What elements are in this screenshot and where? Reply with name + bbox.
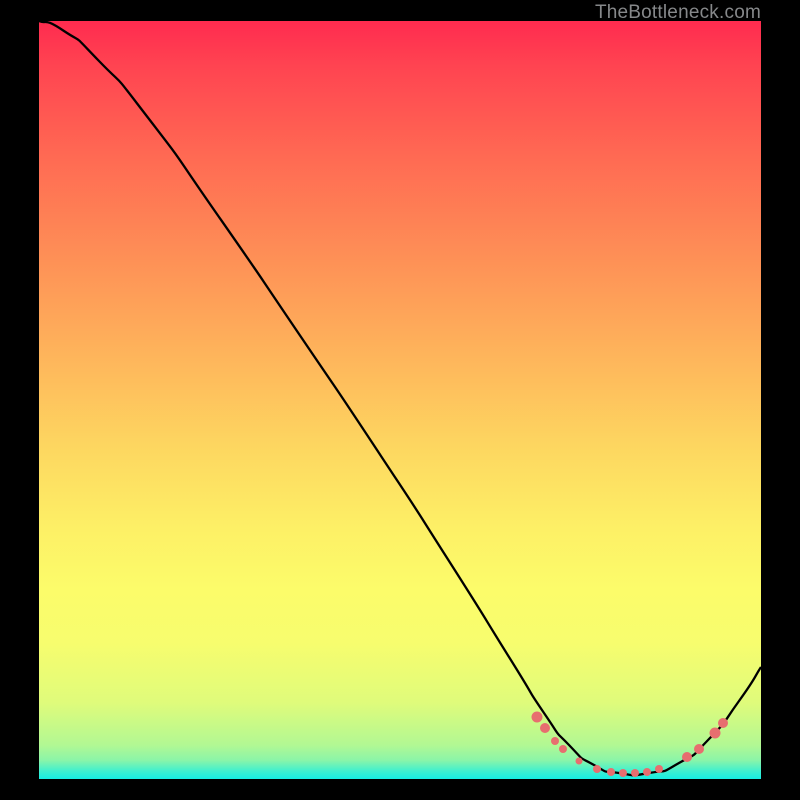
marker-dot <box>532 712 543 723</box>
bottleneck-chart <box>39 21 761 779</box>
marker-dot <box>551 737 559 745</box>
marker-dot <box>559 745 567 753</box>
marker-dot <box>619 769 627 777</box>
curve-line <box>39 21 761 775</box>
marker-dot <box>694 744 704 754</box>
curve-markers <box>532 712 729 778</box>
marker-dot <box>682 752 692 762</box>
marker-dot <box>607 768 615 776</box>
marker-dot <box>576 758 583 765</box>
marker-dot <box>710 728 721 739</box>
marker-dot <box>718 718 728 728</box>
marker-dot <box>655 765 663 773</box>
marker-dot <box>593 765 601 773</box>
chart-svg <box>39 21 761 779</box>
marker-dot <box>540 723 550 733</box>
marker-dot <box>643 768 651 776</box>
marker-dot <box>631 769 639 777</box>
